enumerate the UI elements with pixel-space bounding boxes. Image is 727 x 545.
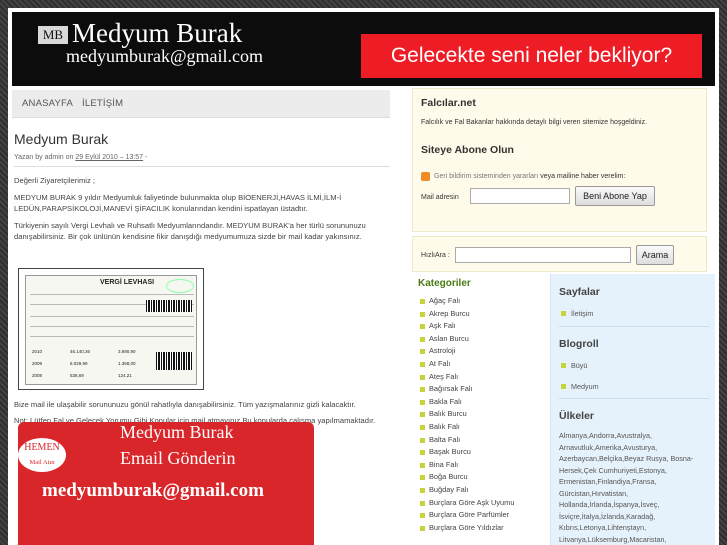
divider [14,166,390,167]
category-item[interactable]: Bina Falı [412,459,548,472]
blogroll-link-medyum[interactable]: Medyum [561,382,599,391]
site-email: medyumburak@gmail.com [66,46,264,66]
subscribe-text-a: Geri bildirim sisteminden yararları [434,173,541,180]
divider [559,326,709,327]
sidebar-links-column: Sayfalar İletişim Blogroll Büyü Medyum Ü… [550,274,715,545]
tax-line [30,316,194,317]
tax-certificate-image: VERGİ LEVHASI 2010 46.140,36 3.690,90 20… [18,268,204,390]
email-field[interactable] [470,188,570,204]
blogroll-title: Blogroll [559,338,599,350]
category-item[interactable]: Burçlara Göre Yıldızlar [412,522,548,535]
category-item[interactable]: Astroloji [412,345,548,358]
promo-line-1: Medyum Burak [120,422,234,442]
page-link-iletisim[interactable]: İletişim [561,309,593,318]
tax-amount: 6.029,99 [70,361,88,366]
blogroll-link-buyu[interactable]: Büyü [561,361,587,370]
tax-certificate: VERGİ LEVHASI 2010 46.140,36 3.690,90 20… [25,275,197,385]
post-paragraph-3: Türkiyenin sayılı Vergi Levhalı ve Ruhsa… [14,221,366,241]
tax-certificate-heading: VERGİ LEVHASI [100,279,155,286]
site-header: MB Medyum Burak medyumburak@gmail.com Ge… [12,12,715,86]
category-item[interactable]: Burçlara Göre Parfümler [412,509,548,522]
tax-year: 2010 [32,349,43,354]
page: MB Medyum Burak medyumburak@gmail.com Ge… [8,8,719,545]
meta-prefix: Yazan by admin on [14,154,76,161]
pages-title: Sayfalar [559,286,600,298]
subscribe-button[interactable]: Beni Abone Yap [575,186,655,206]
categories-widget: Kategoriler Ağaç Falı Akrep Burcu Aşk Fa… [412,278,548,534]
main-nav: ANASAYFA İLETİŞİM [12,90,390,118]
subscribe-text: Geri bildirim sisteminden yararları veya… [434,173,625,180]
promo-email[interactable]: medyumburak@gmail.com [42,480,264,502]
tax-amount: 46.140,36 [70,349,91,354]
promo-badge: HEMEN Mail Atın [18,438,66,472]
barcode-icon [146,300,192,312]
divider [559,398,709,399]
falcilar-title[interactable]: Falcılar.net [421,97,476,109]
category-item[interactable]: Balta Falı [412,434,548,447]
mail-label: Mail adresin [421,194,459,201]
email-promo-banner[interactable]: HEMEN Mail Atın Medyum Burak Email Gönde… [18,422,314,545]
sidebar-search-box: HızlıAra : Arama [412,236,707,272]
falcilar-text: Falcılık ve Fal Bakanlar hakkında detayl… [421,119,648,126]
category-item[interactable]: Akrep Burcu [412,308,548,321]
nav-item-anasayfa[interactable]: ANASAYFA [22,90,73,118]
search-label: HızlıAra : [421,252,450,259]
search-input[interactable] [455,247,631,263]
sidebar-subscribe-box: Falcılar.net Falcılık ve Fal Bakanlar ha… [412,88,707,232]
post-meta: Yazan by admin on 29 Eylül 2010 – 13:57 … [14,154,147,161]
tax-value: 1.368,00 [118,361,136,366]
tax-row: 2008 538,69 124,21 [30,372,194,381]
post-paragraph-1: Değerli Ziyaretçilerimiz ; [14,176,96,185]
logo-badge[interactable]: MB [38,26,68,44]
tax-amount: 538,69 [70,373,84,378]
post-paragraph-4: Bize mail ile ulaşabilir sorununuzu gönü… [14,400,356,409]
category-item[interactable]: Ateş Falı [412,371,548,384]
subscribe-title: Siteye Abone Olun [421,144,514,156]
post-title[interactable]: Medyum Burak [14,131,108,147]
category-item[interactable]: Bağırsak Falı [412,383,548,396]
category-item[interactable]: At Falı [412,358,548,371]
category-item[interactable]: Aslan Burcu [412,333,548,346]
promo-line-2: Email Gönderin [120,448,236,468]
barcode-icon [156,352,192,370]
category-item[interactable]: Başak Burcu [412,446,548,459]
meta-date[interactable]: 29 Eylül 2010 – 13:57 [75,154,143,161]
countries-title: Ülkeler [559,410,595,422]
search-button[interactable]: Arama [636,245,674,265]
category-item[interactable]: Balık Burcu [412,408,548,421]
promo-badge-bottom: Mail Atın [29,459,55,466]
category-item[interactable]: Bakla Falı [412,396,548,409]
header-banner-ad[interactable]: Gelecekte seni neler bekliyor? [361,34,702,78]
tax-year: 2008 [32,373,43,378]
countries-list: Almanya,Andorra,Avustralya, Arnavutluk,A… [559,431,694,544]
meta-suffix: - [143,154,148,161]
site-title[interactable]: Medyum Burak [72,18,242,48]
promo-badge-top: HEMEN [24,442,60,453]
tax-line [30,294,194,295]
category-item[interactable]: Ağaç Falı [412,295,548,308]
tax-office-logo [166,279,194,293]
category-item[interactable]: Buğday Falı [412,484,548,497]
category-item[interactable]: Aşk Falı [412,320,548,333]
category-item[interactable]: Burçlara Göre Aşk Uyumu [412,497,548,510]
category-item[interactable]: Balık Falı [412,421,548,434]
tax-year: 2009 [32,361,43,366]
nav-item-iletisim[interactable]: İLETİŞİM [82,90,123,118]
tax-line [30,336,194,337]
rss-icon[interactable] [421,172,430,181]
tax-value: 124,21 [118,373,132,378]
categories-list: Ağaç Falı Akrep Burcu Aşk Falı Aslan Bur… [412,295,548,534]
tax-line [30,326,194,327]
categories-title: Kategoriler [418,278,471,289]
post-paragraph-2: MEDYUM BURAK 9 yıldır Medyumluk faliyeti… [14,193,342,213]
subscribe-text-b: veya mailine haber verelim: [540,173,626,180]
tax-value: 3.690,90 [118,349,136,354]
category-item[interactable]: Boğa Burcu [412,471,548,484]
